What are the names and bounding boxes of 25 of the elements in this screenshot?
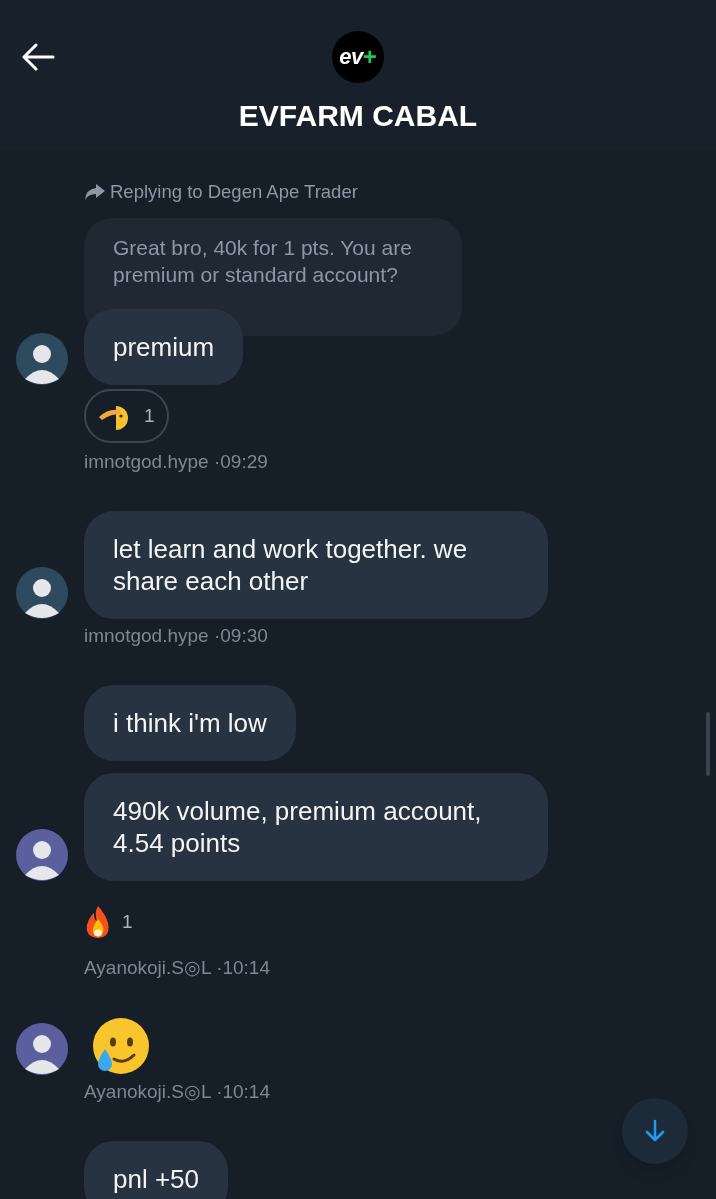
back-button[interactable]: [20, 42, 56, 72]
message-meta: imnotgod.hype ·09:30: [83, 625, 269, 647]
down-arrow-icon: [645, 1119, 665, 1143]
quoted-message[interactable]: Great bro, 40k for 1 pts. You are premium or standard account?: [84, 218, 462, 336]
message-bubble[interactable]: premium: [84, 309, 244, 385]
message-bubble[interactable]: i think i'm low: [84, 685, 296, 761]
group-logo: ev+: [332, 31, 384, 83]
message-bubble[interactable]: pnl +50: [84, 1141, 229, 1199]
replying-to-label: Replying to Degen Ape Trader: [110, 180, 358, 204]
reaction-chip[interactable]: 1: [84, 389, 169, 443]
scrollbar[interactable]: [706, 712, 710, 776]
message-bubble[interactable]: let learn and work together. we share each other: [84, 511, 548, 619]
avatar[interactable]: [16, 333, 68, 385]
back-arrow-icon: [21, 43, 55, 71]
group-title: EVFARM CABAL: [238, 98, 478, 134]
message-meta: Ayanokoji.S◎L ·10:14: [83, 957, 271, 979]
reply-arrow-icon: [84, 183, 106, 201]
message-meta: imnotgod.hype ·09:29: [83, 451, 269, 473]
fire-icon: [84, 905, 112, 939]
message-meta: Ayanokoji.S◎L ·10:14: [83, 1081, 271, 1103]
avatar[interactable]: [16, 829, 68, 881]
avatar[interactable]: [16, 567, 68, 619]
message-bubble[interactable]: 490k volume, premium account, 4.54 points: [84, 773, 548, 881]
avatar[interactable]: [16, 1023, 68, 1075]
reaction-chip[interactable]: 1: [84, 895, 133, 949]
